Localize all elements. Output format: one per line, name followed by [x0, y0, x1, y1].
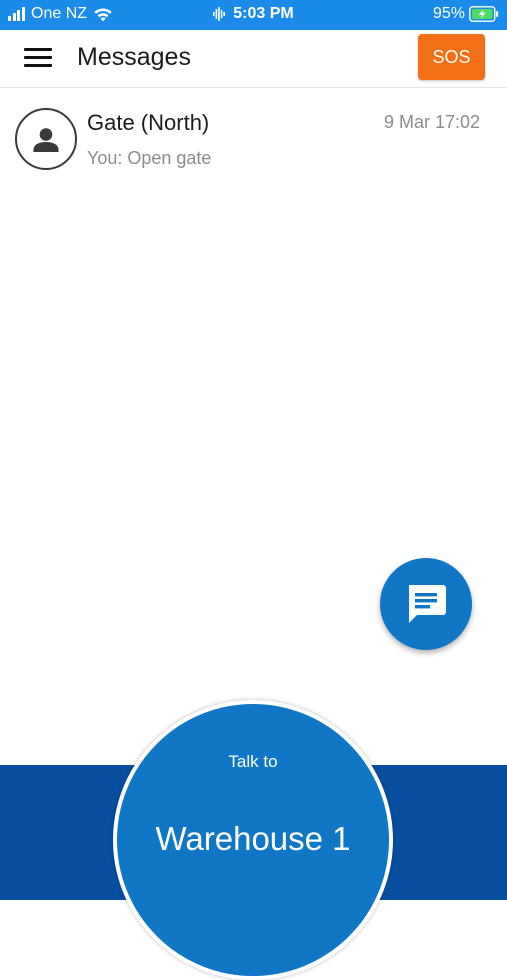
person-icon [33, 128, 59, 152]
hamburger-menu-icon[interactable] [22, 44, 54, 72]
status-right: 95% [433, 5, 499, 23]
conversation-item[interactable]: Gate (North) You: Open gate 9 Mar 17:02 [0, 88, 507, 180]
microphone-activity-icon [213, 7, 226, 21]
app-header: Messages SOS [0, 30, 507, 88]
status-center: 5:03 PM [0, 5, 507, 23]
talk-target-name: Warehouse 1 [155, 820, 351, 857]
new-message-button[interactable] [380, 558, 472, 650]
status-bar: One NZ 5:03 PM 95% [0, 0, 507, 30]
chat-message-icon [409, 585, 446, 623]
battery-percentage: 95% [432, 5, 465, 22]
talk-button[interactable]: Talk to Warehouse 1 [113, 700, 393, 980]
clock: 5:03 PM [233, 5, 294, 22]
conversation-name: Gate (North) [87, 110, 210, 135]
battery-charging-icon [469, 6, 499, 22]
conversation-preview: You: Open gate [87, 148, 212, 168]
page-title: Messages [77, 43, 191, 71]
talk-label: Talk to [228, 752, 278, 771]
sos-button[interactable]: SOS [418, 34, 485, 80]
avatar [15, 108, 77, 170]
conversation-timestamp: 9 Mar 17:02 [383, 112, 480, 132]
